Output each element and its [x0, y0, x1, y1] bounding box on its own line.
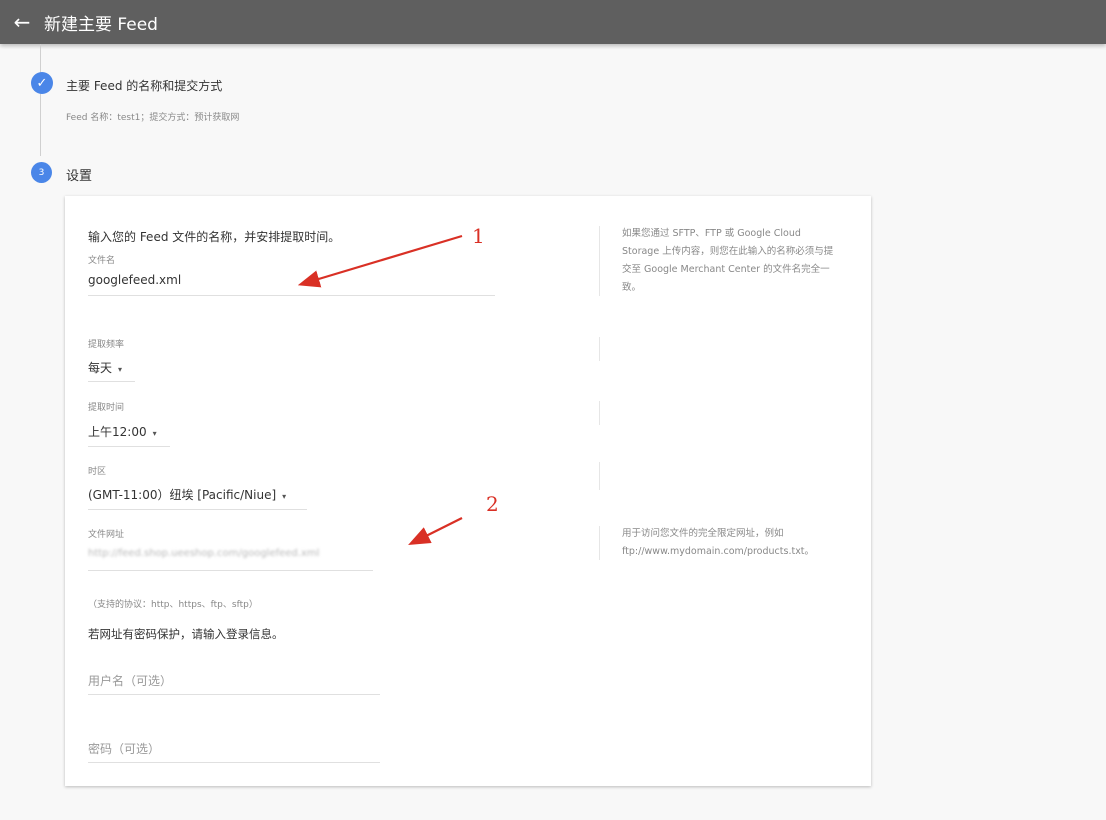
step1-summary: Feed 名称：test1；提交方式：预计获取网 [66, 113, 240, 123]
username-input[interactable]: 用户名（可选） [88, 672, 172, 689]
top-app-bar: ← 新建主要 Feed [0, 0, 1106, 44]
chevron-down-icon: ▾ [152, 429, 157, 438]
step1-title[interactable]: 主要 Feed 的名称和提交方式 [66, 77, 222, 94]
file-url-help: 用于访问您文件的完全限定网址，例如 ftp://www.mydomain.com… [622, 528, 815, 557]
help-divider [599, 226, 600, 296]
password-underline [88, 762, 380, 763]
fetch-frequency-select[interactable]: 每天 ▾ [88, 359, 122, 376]
chevron-down-icon: ▾ [282, 492, 287, 501]
form-intro: 输入您的 Feed 文件的名称，并安排提取时间。 [88, 230, 341, 244]
step3-title: 设置 [66, 169, 93, 184]
timezone-select[interactable]: (GMT-11:00）纽埃 [Pacific/Niue] ▾ [88, 486, 286, 503]
file-name-underline [88, 295, 495, 296]
protocols-note: （支持的协议：http、https、ftp、sftp） [88, 600, 258, 610]
fetch-time-underline [88, 446, 170, 447]
fetch-time-label: 提取时间 [88, 403, 125, 413]
arrow-left-icon[interactable]: ← [0, 0, 44, 44]
fetch-frequency-value: 每天 [88, 361, 113, 375]
timezone-label: 时区 [88, 467, 107, 477]
file-url-underline [88, 570, 373, 571]
fetch-frequency-underline [88, 381, 135, 382]
settings-card: 输入您的 Feed 文件的名称，并安排提取时间。 文件名 googlefeed.… [65, 196, 871, 786]
file-url-field[interactable]: http://feed.shop.ueeshop.com/googlefeed.… [88, 548, 319, 559]
timezone-underline [88, 509, 307, 510]
page-title: 新建主要 Feed [44, 14, 158, 35]
annotation-number-2: 2 [486, 492, 499, 516]
divider [599, 526, 600, 560]
username-underline [88, 694, 380, 695]
timezone-value: (GMT-11:00）纽埃 [Pacific/Niue] [88, 488, 277, 502]
file-name-field[interactable]: googlefeed.xml [88, 273, 181, 287]
annotation-number-1: 1 [472, 224, 485, 248]
check-icon: ✓ [31, 72, 53, 94]
divider [599, 462, 600, 490]
fetch-time-select[interactable]: 上午12:00 ▾ [88, 423, 157, 440]
file-url-label: 文件网址 [88, 530, 125, 540]
password-protected-note: 若网址有密码保护，请输入登录信息。 [88, 627, 284, 641]
chevron-down-icon: ▾ [118, 365, 123, 374]
password-input[interactable]: 密码（可选） [88, 740, 160, 757]
file-name-help: 如果您通过 SFTP、FTP 或 Google Cloud Storage 上传… [622, 228, 834, 293]
step-number-badge: 3 [31, 162, 52, 183]
stepper-line [40, 44, 41, 156]
fetch-time-value: 上午12:00 [88, 425, 147, 439]
divider [599, 337, 600, 361]
divider [599, 401, 600, 425]
file-name-label: 文件名 [88, 256, 116, 266]
fetch-frequency-label: 提取频率 [88, 340, 125, 350]
